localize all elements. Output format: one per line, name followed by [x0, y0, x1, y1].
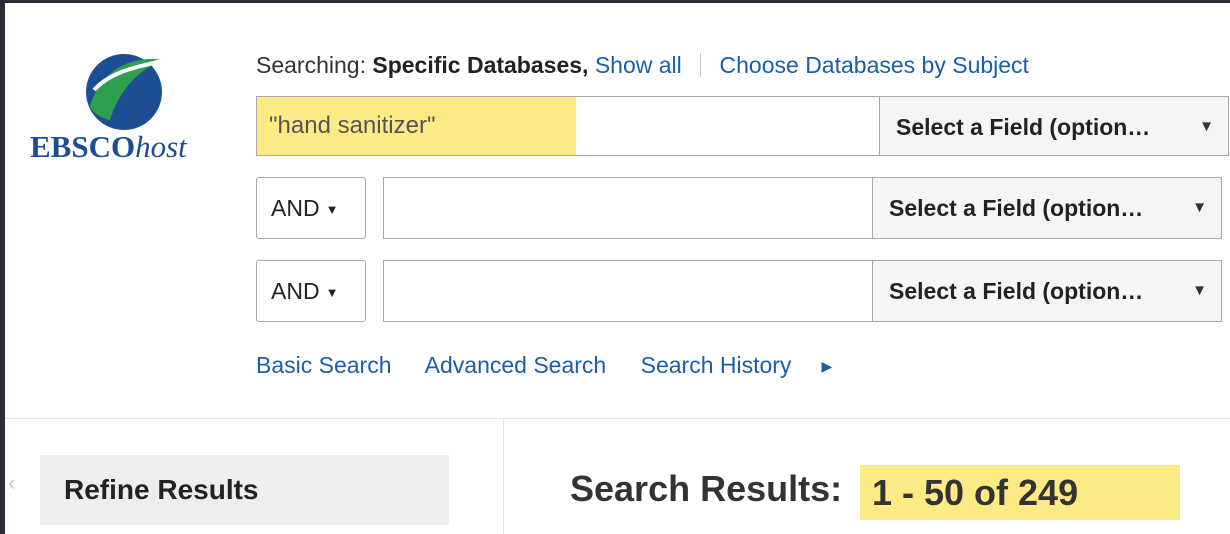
search-results-count: 1 - 50 of 249: [860, 465, 1180, 520]
search-input-3[interactable]: [383, 260, 873, 322]
search-input-2[interactable]: [383, 177, 873, 239]
logo-wordmark: EBSCOhost: [30, 129, 187, 164]
searching-line: Searching: Specific Databases, Show all …: [256, 52, 1029, 79]
basic-search-link[interactable]: Basic Search: [256, 352, 392, 378]
caret-right-icon: ▶: [821, 358, 833, 374]
choose-databases-by-subject-link[interactable]: Choose Databases by Subject: [720, 52, 1029, 78]
caret-down-icon: ▼: [325, 202, 339, 217]
boolean-select-2[interactable]: AND ▼: [256, 177, 366, 239]
advanced-search-link[interactable]: Advanced Search: [425, 352, 607, 378]
field-select-1[interactable]: Select a Field (option… ▼: [879, 96, 1229, 156]
caret-down-icon: ▼: [325, 285, 339, 300]
window-left-border: [0, 0, 5, 534]
show-all-link[interactable]: Show all: [595, 52, 682, 78]
search-input-1-value: "hand sanitizer": [257, 97, 576, 155]
field-select-2[interactable]: Select a Field (option… ▼: [872, 177, 1222, 239]
chevron-down-icon: ▼: [1192, 199, 1207, 216]
search-input-1[interactable]: "hand sanitizer": [256, 96, 880, 156]
window-top-border: [0, 0, 1230, 3]
searching-label: Searching:: [256, 52, 366, 78]
search-input-2-value: [384, 178, 408, 238]
chevron-down-icon: ▼: [1192, 282, 1207, 299]
boolean-select-3[interactable]: AND ▼: [256, 260, 366, 322]
field-select-2-label: Select a Field (option…: [889, 195, 1144, 221]
section-divider: [5, 418, 1230, 419]
search-mode-links: Basic Search Advanced Search Search Hist…: [256, 352, 888, 379]
column-divider: [503, 418, 504, 534]
search-history-link[interactable]: Search History ▶: [641, 352, 861, 378]
refine-results-header: Refine Results: [40, 455, 449, 525]
field-select-1-label: Select a Field (option…: [896, 114, 1151, 140]
link-separator: [700, 53, 702, 77]
database-scope: Specific Databases,: [372, 52, 589, 78]
collapse-panel-icon[interactable]: ‹: [8, 470, 15, 496]
boolean-select-3-label: AND: [271, 278, 320, 304]
search-input-3-value: [384, 261, 408, 321]
field-select-3[interactable]: Select a Field (option… ▼: [872, 260, 1222, 322]
chevron-down-icon: ▼: [1199, 118, 1214, 135]
boolean-select-2-label: AND: [271, 195, 320, 221]
ebsco-leaf-icon: [86, 54, 167, 130]
search-results-title: Search Results:: [570, 468, 843, 509]
field-select-3-label: Select a Field (option…: [889, 278, 1144, 304]
ebscohost-logo[interactable]: EBSCOhost: [30, 50, 220, 170]
search-history-label: Search History: [640, 352, 792, 378]
